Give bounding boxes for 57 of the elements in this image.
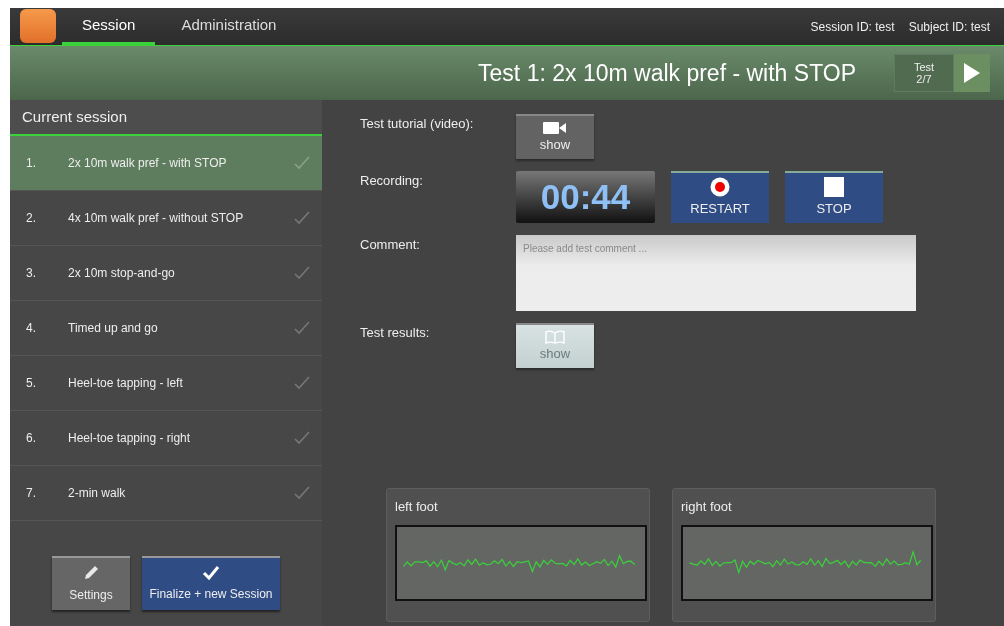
- field-label: Recording:: [360, 172, 424, 190]
- item-label: 2x 10m stop-and-go: [68, 265, 176, 282]
- app-logo-icon: [20, 9, 56, 43]
- counter-label: Test: [913, 60, 935, 73]
- item-label: Timed up and go: [68, 320, 159, 337]
- test-list-item[interactable]: 4. Timed up and go: [10, 301, 322, 356]
- finalize-button[interactable]: Finalize + new Session: [142, 555, 280, 610]
- item-label: 4x 10m walk pref - without STOP: [68, 210, 245, 227]
- pencil-icon: [82, 563, 100, 582]
- item-label: Heel-toe tapping - left: [68, 375, 184, 392]
- test-list-item[interactable]: 3. 2x 10m stop-and-go: [10, 246, 322, 301]
- item-number: 5.: [26, 375, 37, 392]
- test-list-item[interactable]: 6. Heel-toe tapping - right: [10, 411, 322, 466]
- check-icon: [294, 211, 310, 225]
- field-label: Test tutorial (video):: [360, 115, 475, 133]
- record-icon: [710, 177, 730, 198]
- test-list-item[interactable]: 7. 2-min walk: [10, 466, 322, 521]
- check-icon: [294, 266, 310, 280]
- item-number: 6.: [26, 430, 37, 447]
- test-list-item[interactable]: 1. 2x 10m walk pref - with STOP: [10, 136, 322, 191]
- next-button[interactable]: [954, 54, 990, 92]
- test-list-item[interactable]: 2. 4x 10m walk pref - without STOP: [10, 191, 322, 246]
- item-number: 3.: [26, 265, 37, 282]
- test-list-item[interactable]: 5. Heel-toe tapping - left: [10, 356, 322, 411]
- sensor-title: left foot: [395, 498, 438, 516]
- field-label: Comment:: [360, 236, 421, 254]
- play-icon: [963, 62, 981, 84]
- item-number: 2.: [26, 210, 37, 227]
- test-title: Test 1: 2x 10m walk pref - with STOP: [478, 58, 856, 88]
- stop-icon: [824, 177, 844, 198]
- stop-button[interactable]: STOP: [785, 171, 883, 223]
- show-button[interactable]: show: [516, 114, 594, 159]
- field-label: Test results:: [360, 324, 431, 342]
- check-icon: [294, 321, 310, 335]
- settings-button[interactable]: Settings: [52, 555, 130, 610]
- restart-button[interactable]: RESTART: [671, 171, 769, 223]
- session-id-text: Session ID: test: [810, 18, 895, 36]
- item-number: 1.: [26, 155, 37, 172]
- book-icon: [545, 329, 565, 344]
- check-icon: [294, 431, 310, 445]
- counter-value: 2/7: [916, 73, 932, 86]
- check-icon: [294, 156, 310, 170]
- tab[interactable]: Administration: [161, 8, 297, 45]
- item-number: 4.: [26, 320, 37, 337]
- item-label: 2x 10m walk pref - with STOP: [68, 155, 228, 172]
- check-icon: [294, 376, 310, 390]
- recording-timer: 00:44: [516, 171, 655, 223]
- item-number: 7.: [26, 485, 37, 502]
- item-label: 2-min walk: [68, 485, 127, 502]
- video-camera-icon: [543, 120, 567, 135]
- check-icon: [202, 564, 220, 581]
- check-icon: [294, 486, 310, 500]
- subject-id-text: Subject ID: test: [908, 18, 990, 36]
- item-label: Heel-toe tapping - right: [68, 430, 192, 447]
- sidebar-title: Current session: [10, 100, 322, 136]
- sensor-title: right foot: [681, 498, 732, 516]
- comment-field[interactable]: Please add test comment ...: [516, 235, 916, 311]
